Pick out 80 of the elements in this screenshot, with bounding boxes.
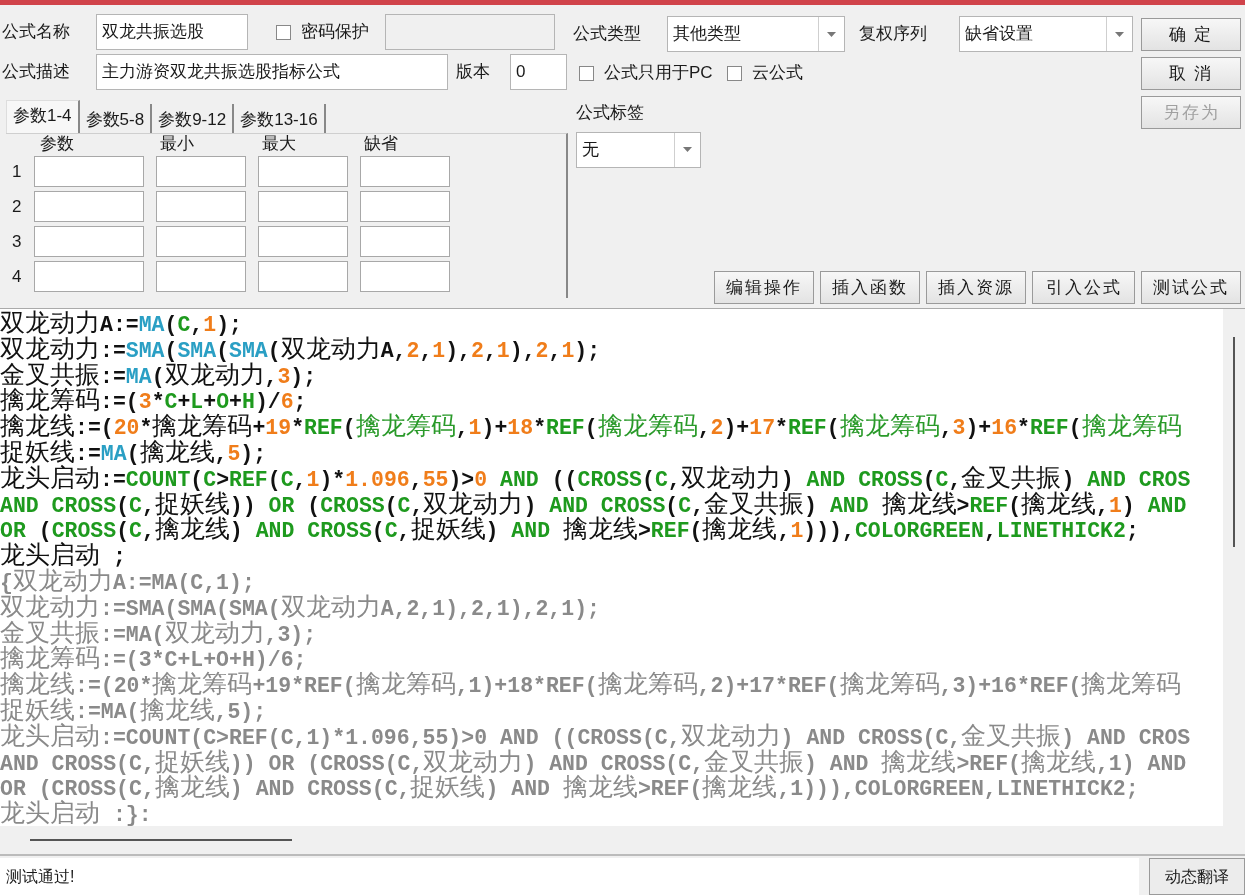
- dropdown-caret-icon: [1115, 31, 1124, 37]
- checkbox[interactable]: [579, 65, 594, 81]
- tool-button[interactable]: 编辑操作: [714, 271, 814, 304]
- tool-button[interactable]: 插入资源: [926, 271, 1026, 304]
- checkbox-label: 密码保护: [301, 21, 369, 44]
- code-line: AND CROSS(C,捉妖线)) OR (CROSS(C,双龙动力) AND CROSS(C,金叉共振) AND 擒龙线>REF(擒龙线,1) AND: [0, 490, 1187, 517]
- checkbox-label: 公式只用于PC: [604, 62, 713, 85]
- code-line: 金叉共振:=MA(双龙动力,3);: [0, 619, 317, 646]
- password-field[interactable]: [385, 14, 555, 50]
- code-line: 捉妖线:=MA(擒龙线,5);: [0, 439, 267, 465]
- field-label: 公式标签: [575, 102, 645, 124]
- param-input[interactable]: [34, 191, 144, 222]
- code-line: 擒龙筹码:=(3*C+L+O+H)/6;: [0, 645, 307, 672]
- name-field[interactable]: 双龙共振选股: [96, 14, 248, 50]
- param-tab[interactable]: 参数1-4: [6, 100, 80, 133]
- code-line: 金叉共振:=MA(双龙动力,3);: [0, 361, 317, 388]
- param-input[interactable]: [34, 261, 144, 292]
- code-line: 擒龙筹码:=(3*C+L+O+H)/6;: [0, 387, 307, 414]
- formula-tag-select[interactable]: 无: [576, 131, 701, 168]
- param-input[interactable]: [156, 156, 246, 187]
- param-tab[interactable]: 参数9-12: [152, 104, 235, 133]
- tool-button[interactable]: 插入函数: [820, 271, 920, 304]
- adjust-series-select[interactable]: 缺省设置: [959, 16, 1133, 52]
- code-line: 双龙动力A:=MA(C,1);: [0, 310, 242, 336]
- param-input[interactable]: [360, 261, 450, 292]
- translate-button[interactable]: 动态翻译: [1149, 858, 1245, 895]
- tool-button[interactable]: 测试公式: [1141, 271, 1241, 304]
- row-number: 4: [12, 265, 22, 288]
- code-line: 双龙动力:=SMA(SMA(SMA(双龙动力A,2,1),2,1),2,1);: [0, 335, 601, 362]
- dropdown-caret-icon: [683, 147, 692, 152]
- param-tab[interactable]: 参数5-8: [79, 104, 153, 133]
- row-number: 3: [12, 230, 22, 253]
- field-label: 复权序列: [859, 23, 928, 46]
- param-input[interactable]: [34, 156, 144, 187]
- checkbox-label: 云公式: [751, 62, 803, 85]
- status-field: 测试通过!: [0, 858, 1139, 895]
- checkbox[interactable]: [726, 65, 742, 81]
- field-label: 公式类型: [573, 23, 642, 46]
- row-number: 1: [12, 160, 22, 183]
- param-input[interactable]: [34, 226, 144, 257]
- param-input[interactable]: [360, 191, 450, 222]
- param-input[interactable]: [258, 261, 348, 292]
- param-tab[interactable]: 参数13-16: [234, 104, 326, 133]
- description-field[interactable]: 主力游资双龙共振选股指标公式: [96, 54, 448, 90]
- code-line: 双龙动力:=SMA(SMA(SMA(双龙动力A,2,1),2,1),2,1);: [0, 593, 600, 620]
- param-input[interactable]: [258, 226, 348, 257]
- code-line: 龙头启动 ;: [0, 542, 126, 568]
- vertical-scrollbar[interactable]: [1223, 309, 1245, 826]
- field-label: 版本: [456, 61, 491, 84]
- dropdown-caret-icon: [827, 31, 836, 37]
- field-label: 公式名称: [2, 21, 71, 44]
- column-header: 最小: [160, 133, 195, 156]
- dialog-button[interactable]: 取 消: [1141, 57, 1241, 90]
- code-line: OR (CROSS(C,擒龙线) AND CROSS(C,捉妖线) AND 擒龙线>REF(擒龙线,1))),COLORGREEN,LINETHICK2;: [0, 516, 1139, 543]
- field-label: 公式描述: [2, 61, 71, 84]
- param-input[interactable]: [156, 226, 246, 257]
- param-input[interactable]: [258, 191, 348, 222]
- formula-type-select[interactable]: 其他类型: [667, 16, 845, 52]
- param-input[interactable]: [156, 191, 246, 222]
- column-header: 参数: [40, 133, 75, 156]
- code-line: 捉妖线:=MA(擒龙线,5);: [0, 696, 267, 723]
- tool-button[interactable]: 引入公式: [1032, 271, 1135, 304]
- column-header: 最大: [262, 133, 297, 156]
- param-input[interactable]: [360, 226, 450, 257]
- checkbox[interactable]: [276, 24, 291, 40]
- code-line: AND CROSS(C,捉妖线)) OR (CROSS(C,双龙动力) AND CROSS(C,金叉共振) AND 擒龙线>REF(擒龙线,1) AND: [0, 748, 1187, 775]
- code-line: 龙头启动:=COUNT(C>REF(C,1)*1.096,55)>0 AND ((CROSS(C,双龙动力) AND CROSS(C,金叉共振) AND CROS: [0, 722, 1191, 749]
- code-line: 擒龙线:=(20*擒龙筹码+19*REF(擒龙筹码,1)+18*REF(擒龙筹码,2)+17*REF(擒龙筹码,3)+16*REF(擒龙筹码: [0, 671, 1182, 697]
- code-line: 龙头启动:=COUNT(C>REF(C,1)*1.096,55)>0 AND ((CROSS(C,双龙动力) AND CROSS(C,金叉共振) AND CROS: [0, 464, 1191, 491]
- column-header: 缺省: [364, 133, 399, 156]
- param-input[interactable]: [360, 156, 450, 187]
- code-line: 龙头启动 :}:: [0, 800, 152, 826]
- param-input[interactable]: [258, 156, 348, 187]
- code-line: 擒龙线:=(20*擒龙筹码+19*REF(擒龙筹码,1)+18*REF(擒龙筹码,2)+17*REF(擒龙筹码,3)+16*REF(擒龙筹码: [0, 413, 1182, 439]
- row-number: 2: [12, 195, 22, 218]
- code-line: {双龙动力A:=MA(C,1);: [0, 567, 255, 594]
- code-line: OR (CROSS(C,擒龙线) AND CROSS(C,捉妖线) AND 擒龙线>REF(擒龙线,1))),COLORGREEN,LINETHICK2;: [0, 774, 1139, 801]
- param-input[interactable]: [156, 261, 246, 292]
- dialog-button[interactable]: 确 定: [1141, 18, 1241, 51]
- version-field[interactable]: 0: [510, 54, 567, 90]
